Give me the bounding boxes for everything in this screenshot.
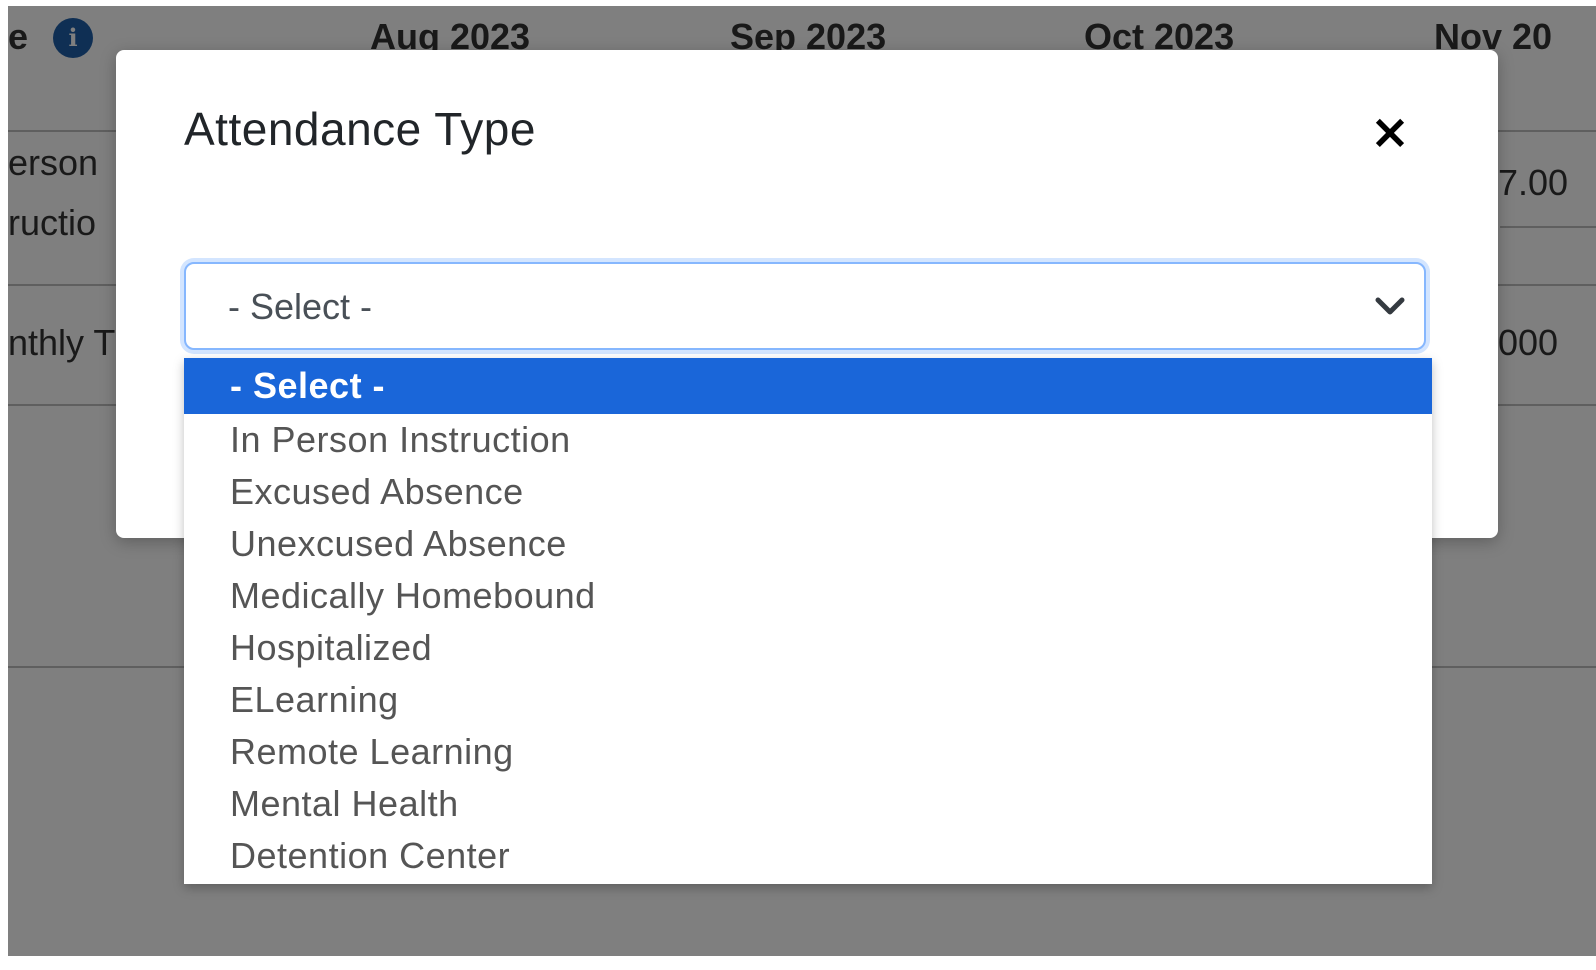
option-select[interactable]: - Select - [184,358,1432,414]
close-icon: × [1369,104,1411,160]
option-unexcused-absence[interactable]: Unexcused Absence [184,518,1432,570]
option-in-person-instruction[interactable]: In Person Instruction [184,414,1432,466]
option-medically-homebound[interactable]: Medically Homebound [184,570,1432,622]
modal-title: Attendance Type [184,103,536,155]
chevron-down-icon [1375,297,1405,315]
close-button[interactable]: × [1368,108,1412,156]
option-mental-health[interactable]: Mental Health [184,778,1432,830]
attendance-type-select[interactable]: - Select - [184,262,1426,350]
option-remote-learning[interactable]: Remote Learning [184,726,1432,778]
option-detention-center[interactable]: Detention Center [184,830,1432,882]
option-excused-absence[interactable]: Excused Absence [184,466,1432,518]
page: e i Aug 2023 Sep 2023 Oct 2023 Nov 20 er… [8,6,1596,956]
attendance-type-options: - Select - In Person Instruction Excused… [184,358,1432,884]
option-hospitalized[interactable]: Hospitalized [184,622,1432,674]
select-current-value: - Select - [228,286,373,327]
option-elearning[interactable]: ELearning [184,674,1432,726]
